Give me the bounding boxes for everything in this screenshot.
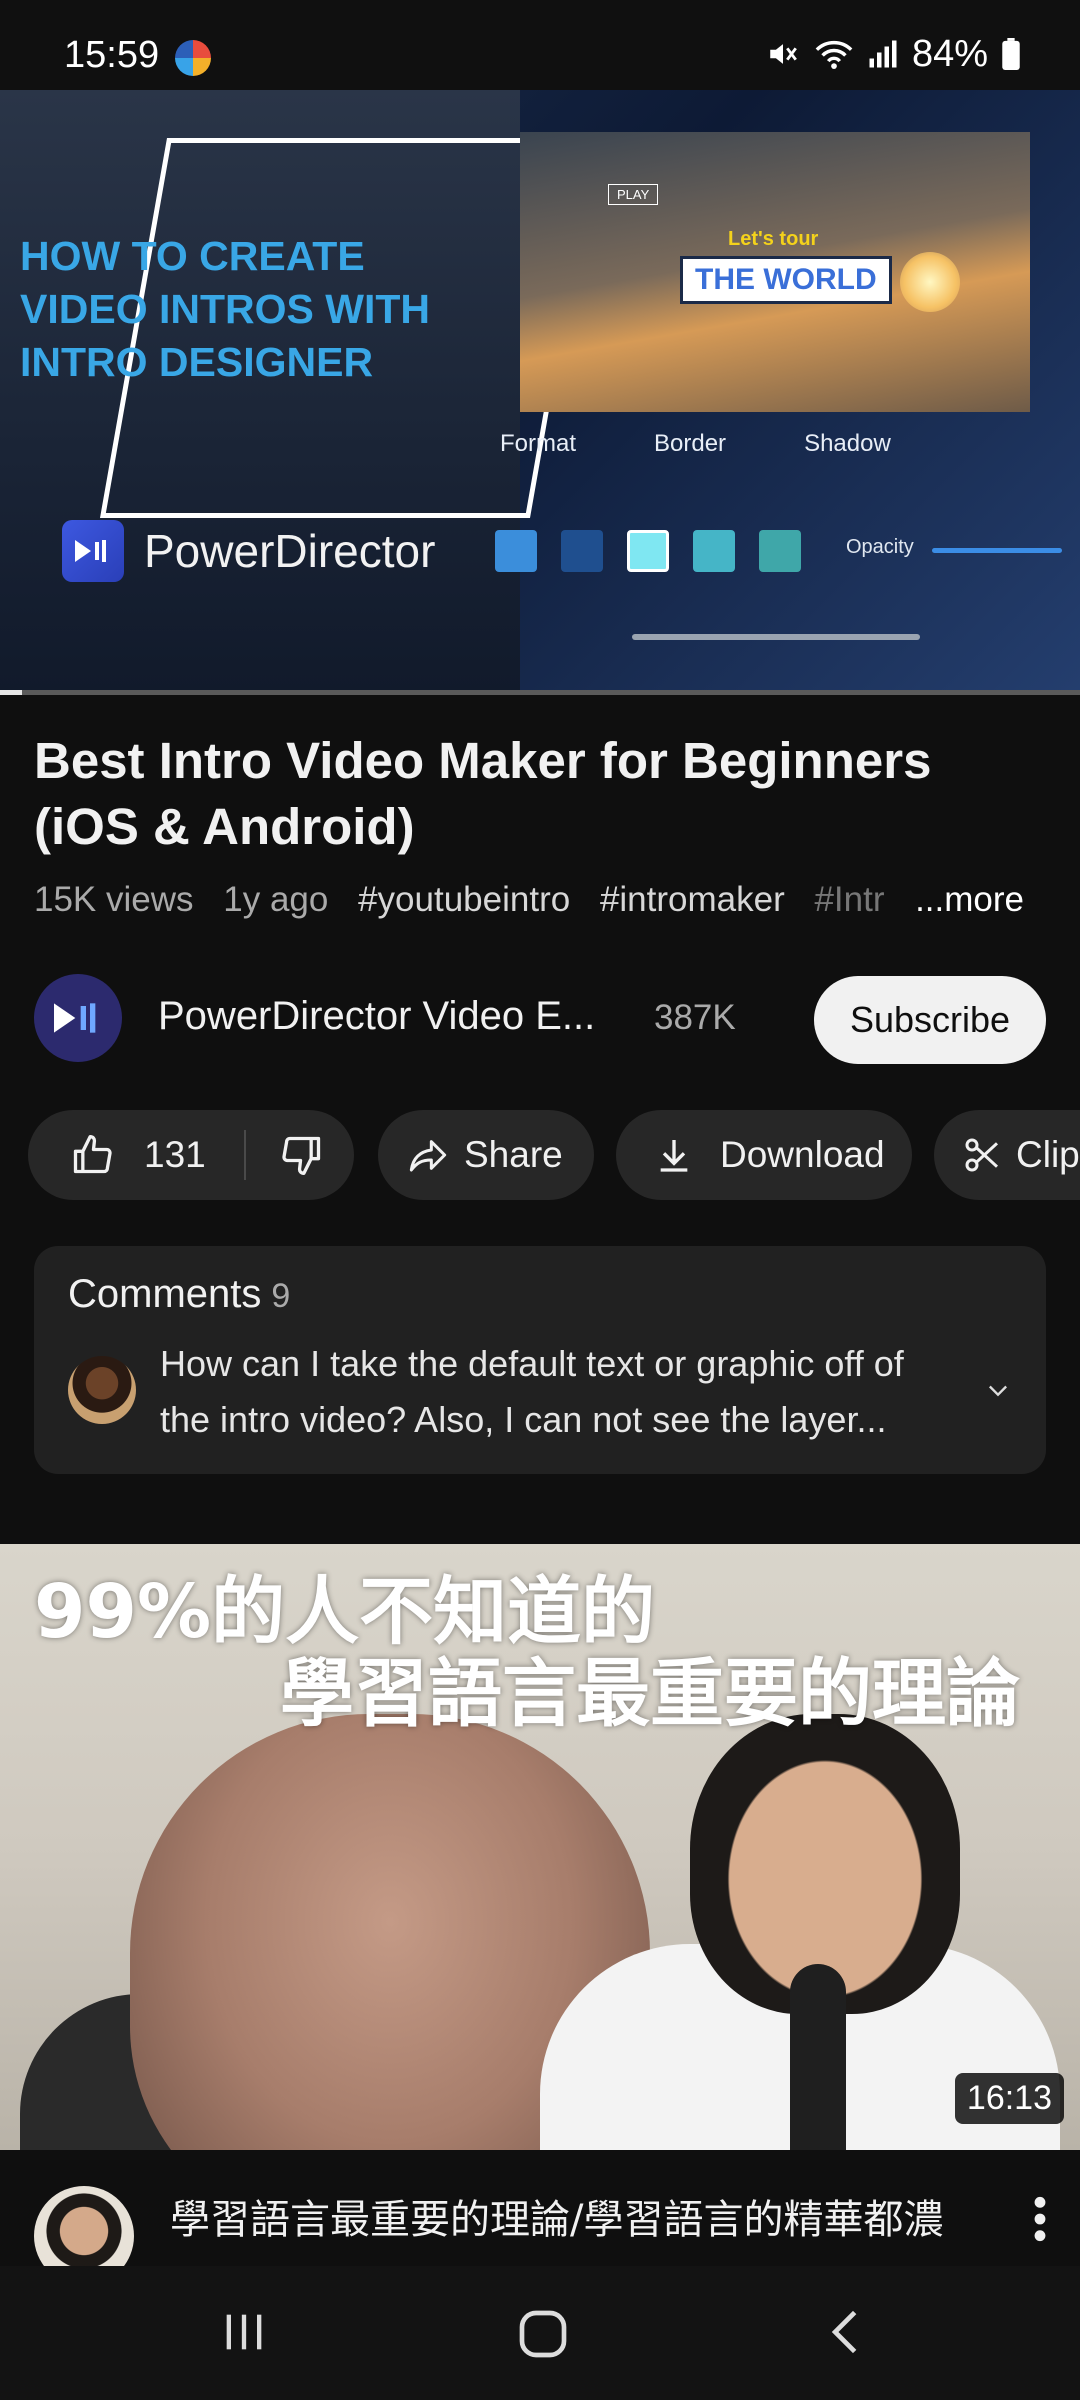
- app-notification-icon: [175, 40, 211, 76]
- status-time: 15:59: [64, 34, 160, 76]
- clip-button[interactable]: Clip: [934, 1110, 1080, 1200]
- subscribe-button[interactable]: Subscribe: [814, 976, 1046, 1064]
- back-icon[interactable]: [820, 2306, 872, 2358]
- comment-preview: How can I take the default text or graph…: [160, 1343, 904, 1440]
- powerdirector-logo-icon: [62, 520, 124, 582]
- channel-avatar[interactable]: [34, 974, 122, 1062]
- scissors-icon: [965, 1138, 999, 1172]
- like-button[interactable]: 131: [28, 1133, 206, 1177]
- more-vert-icon[interactable]: [1030, 2194, 1050, 2244]
- sunset-graphic: [900, 252, 960, 312]
- comments-count: 9: [271, 1277, 291, 1315]
- channel-name[interactable]: PowerDirector Video E...: [158, 994, 595, 1039]
- share-icon: [409, 1140, 447, 1172]
- thumbs-up-icon: [73, 1135, 112, 1174]
- status-bar: 15:59 84%: [0, 0, 1080, 90]
- share-button[interactable]: Share: [378, 1110, 594, 1200]
- preview-big-text: THE WORLD: [680, 256, 892, 304]
- subscriber-count: 387K: [654, 998, 736, 1037]
- wifi-icon: [815, 40, 853, 69]
- signal-icon: [869, 40, 897, 68]
- color-swatches: [495, 530, 801, 572]
- battery-percent: 84%: [911, 32, 988, 75]
- like-dislike-chip: 131: [28, 1110, 354, 1200]
- channel-row: PowerDirector Video E... 387K Subscribe: [34, 972, 1046, 1064]
- swatch: [693, 530, 735, 572]
- action-chips: 131 Share Download Clip: [28, 1110, 1080, 1200]
- video-player[interactable]: HOW TO CREATE VIDEO INTROS WITH INTRO DE…: [0, 90, 1080, 692]
- next-video-title[interactable]: 學習語言最重要的理論/學習語言的精華都濃: [170, 2192, 970, 2248]
- system-navigation-bar: [0, 2266, 1080, 2400]
- home-icon[interactable]: [515, 2306, 571, 2362]
- next-channel-avatar[interactable]: [34, 2186, 134, 2266]
- download-icon: [660, 1140, 688, 1172]
- battery-icon: [1002, 38, 1020, 70]
- video-title[interactable]: Best Intro Video Maker for Beginners (iO…: [34, 728, 1044, 860]
- swatch: [561, 530, 603, 572]
- view-count: 15K views: [34, 880, 194, 919]
- panel-tab-format: Format: [500, 430, 577, 457]
- opacity-slider: [932, 548, 1062, 553]
- status-icons: 84%: [766, 30, 1020, 78]
- clip-label: Clip: [1016, 1134, 1080, 1175]
- upload-age: 1y ago: [223, 880, 329, 919]
- microphone-graphic: [790, 1964, 846, 2150]
- swatch: [495, 530, 537, 572]
- video-progress-bar[interactable]: [0, 690, 1080, 695]
- next-video-info[interactable]: 學習語言最重要的理論/學習語言的精華都濃: [0, 2150, 1080, 2266]
- preview-small-text: Let's tour: [728, 228, 819, 250]
- panel-tab-shadow: Shadow: [804, 430, 891, 457]
- preview-badge: PLAY: [608, 184, 659, 205]
- comments-title: Comments: [68, 1272, 262, 1316]
- download-label: Download: [720, 1134, 885, 1175]
- chevron-down-icon[interactable]: [984, 1376, 1012, 1404]
- comments-card[interactable]: Comments 9 How can I take the default tex…: [34, 1246, 1046, 1474]
- panel-tabs: Format Border Shadow: [500, 430, 1060, 458]
- hashtag[interactable]: #intromaker: [600, 880, 785, 919]
- video-progress-fill: [0, 690, 22, 695]
- panel-tab-border: Border: [654, 430, 727, 457]
- panel-scrollbar: [632, 634, 920, 640]
- duration-badge: 16:13: [954, 2073, 1064, 2124]
- comments-header: Comments 9: [68, 1272, 290, 1317]
- video-headline: HOW TO CREATE VIDEO INTROS WITH INTRO DE…: [20, 233, 430, 385]
- swatch: [627, 530, 669, 572]
- opacity-label: Opacity: [846, 536, 914, 558]
- download-button[interactable]: Download: [616, 1110, 912, 1200]
- thumbs-down-icon[interactable]: [280, 1133, 324, 1177]
- video-metadata[interactable]: 15K views 1y ago #youtubeintro #intromak…: [34, 880, 1044, 928]
- hashtag[interactable]: #youtubeintro: [358, 880, 570, 919]
- powerdirector-logo-icon: [54, 1003, 96, 1033]
- like-count: 131: [144, 1134, 206, 1175]
- hashtag[interactable]: #Intr: [814, 880, 884, 919]
- brand-name: PowerDirector: [144, 525, 436, 577]
- brand-lockup: PowerDirector: [62, 520, 435, 582]
- chip-divider: [243, 1130, 246, 1180]
- more-button[interactable]: ...more: [899, 880, 1024, 920]
- commenter-avatar: [68, 1356, 136, 1424]
- preview-panel: PLAY Let's tour THE WORLD: [520, 132, 1030, 412]
- share-label: Share: [464, 1134, 563, 1175]
- recent-apps-icon[interactable]: [218, 2306, 270, 2358]
- next-video-thumbnail[interactable]: 99%的人不知道的 學習語言最重要的理論 16:13: [0, 1544, 1080, 2150]
- mute-icon: [770, 44, 797, 64]
- swatch: [759, 530, 801, 572]
- thumbnail-caption-line2: 學習語言最重要的理論: [280, 1651, 1020, 1737]
